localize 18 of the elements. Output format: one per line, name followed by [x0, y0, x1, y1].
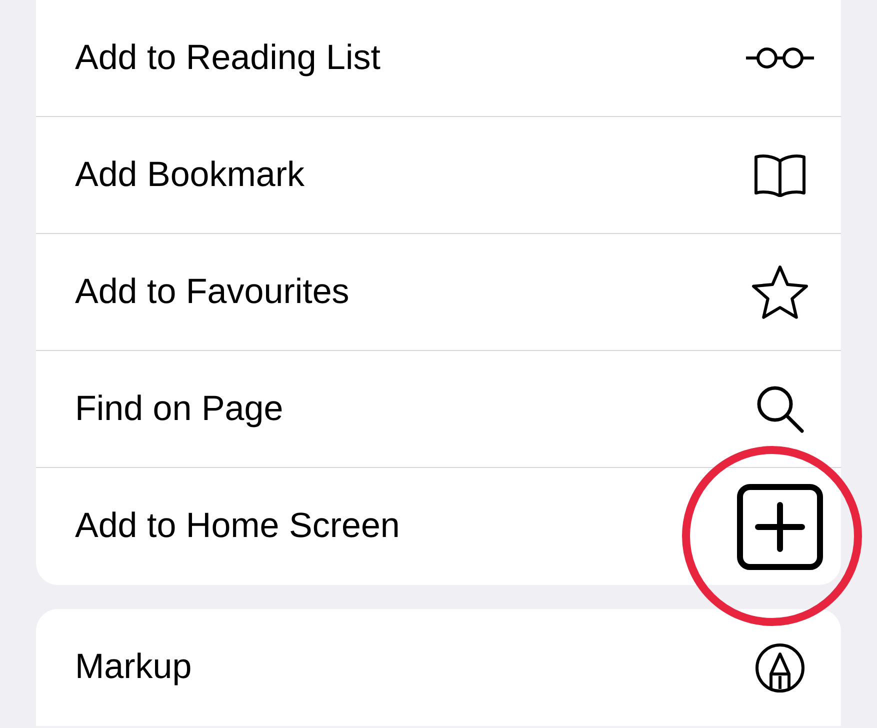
- menu-item-label: Find on Page: [75, 388, 284, 430]
- menu-item-label: Add Bookmark: [75, 154, 305, 196]
- pen-circle-icon: [754, 642, 806, 694]
- add-square-icon: [736, 482, 824, 570]
- menu-item-label: Add to Favourites: [75, 270, 350, 313]
- menu-item[interactable]: Add to Home Screen: [36, 468, 841, 585]
- menu-item[interactable]: Add Bookmark: [36, 117, 841, 234]
- menu-item[interactable]: Find on Page: [36, 351, 841, 468]
- book-icon: [753, 153, 807, 197]
- search-icon: [755, 384, 805, 434]
- menu-item-label: Add to Reading List: [75, 36, 380, 79]
- menu-item[interactable]: Add to Reading List: [36, 0, 841, 117]
- star-icon: [751, 264, 809, 320]
- menu-item[interactable]: Add to Favourites: [36, 234, 841, 351]
- menu-item-label: Markup: [75, 646, 192, 688]
- menu-item[interactable]: Markup: [36, 609, 841, 726]
- glasses-icon: [745, 46, 815, 70]
- menu-item-label: Add to Home Screen: [75, 505, 400, 548]
